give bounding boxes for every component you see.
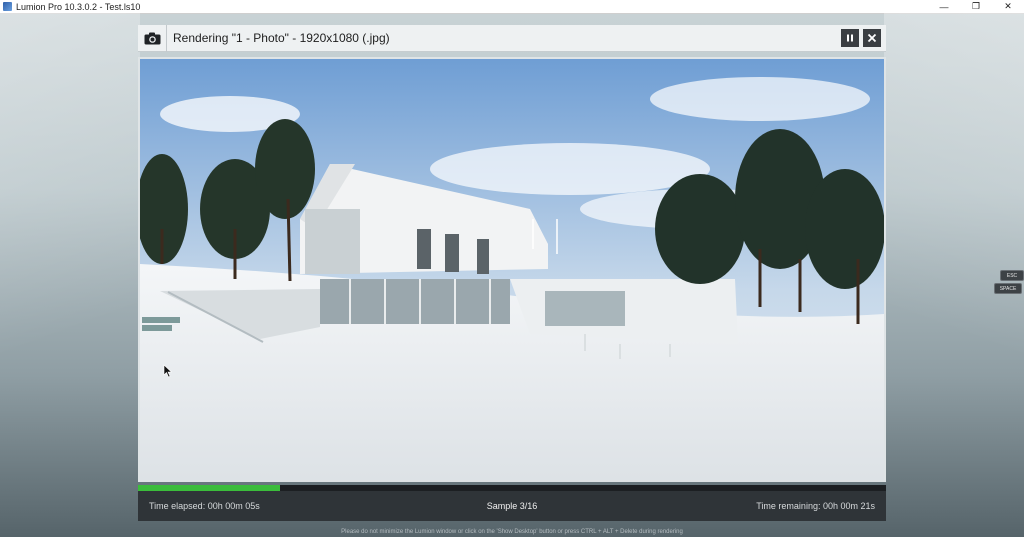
mouse-cursor-icon bbox=[163, 364, 173, 378]
render-preview-image bbox=[140, 59, 884, 480]
minimize-button[interactable]: — bbox=[928, 0, 960, 13]
pause-icon bbox=[847, 34, 853, 42]
background-panel-left bbox=[0, 13, 140, 537]
render-preview bbox=[138, 57, 886, 482]
restore-button[interactable]: ❐ bbox=[960, 0, 992, 13]
rendering-notice: Please do not minimize the Lumion window… bbox=[341, 529, 683, 535]
render-title: Rendering "1 - Photo" - 1920x1080 (.jpg) bbox=[173, 31, 390, 45]
space-key-hint: SPACE bbox=[994, 283, 1022, 294]
cancel-render-button[interactable] bbox=[863, 29, 881, 47]
close-window-button[interactable]: ✕ bbox=[992, 0, 1024, 13]
window-title: Lumion Pro 10.3.0.2 - Test.ls10 bbox=[16, 1, 141, 12]
lumion-app-icon bbox=[3, 2, 12, 11]
esc-key-hint: ESC bbox=[1000, 270, 1024, 281]
window-controls: — ❐ ✕ bbox=[928, 0, 1024, 13]
time-remaining: Time remaining: 00h 00m 21s bbox=[756, 501, 875, 511]
window-title-bar: Lumion Pro 10.3.0.2 - Test.ls10 — ❐ ✕ bbox=[0, 0, 1024, 14]
render-dialog-header: Rendering "1 - Photo" - 1920x1080 (.jpg) bbox=[138, 24, 886, 52]
close-icon bbox=[867, 33, 877, 43]
render-status-footer: Time elapsed: 00h 00m 05s Sample 3/16 Ti… bbox=[138, 491, 886, 521]
camera-icon bbox=[138, 24, 167, 52]
pause-button[interactable] bbox=[841, 29, 859, 47]
